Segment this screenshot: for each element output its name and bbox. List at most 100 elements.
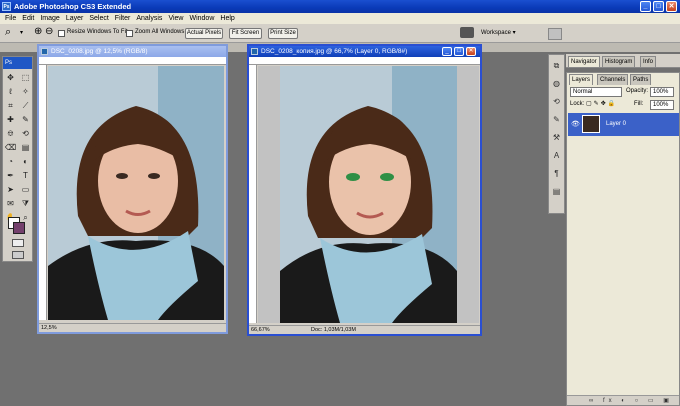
options-bar: ⌕ ▾ ⊕ ⊖ Resize Windows To Fit Zoom All W…	[0, 24, 680, 43]
zoom-tool-icon[interactable]: ⌕	[5, 26, 11, 39]
layer-row[interactable]: 👁 Layer 0	[568, 113, 679, 136]
layer-name[interactable]: Layer 0	[606, 113, 626, 136]
document-icon	[41, 48, 48, 55]
blur-icon[interactable]: ◔	[4, 156, 17, 168]
doc-minimize-button[interactable]: _	[442, 47, 452, 56]
canvas-pasteboard	[258, 66, 280, 323]
menu-image[interactable]: Image	[37, 13, 62, 24]
zoom-level-2[interactable]: 66,67%	[251, 327, 270, 333]
photo-canvas-2[interactable]	[280, 66, 457, 323]
maximize-button[interactable]: □	[653, 1, 664, 12]
tool-presets-icon[interactable]: ⚒	[549, 131, 564, 145]
resize-windows-label: Resize Windows To Fit	[67, 29, 128, 35]
zoom-all-windows-checkbox[interactable]	[126, 30, 133, 37]
shape-icon[interactable]: ▭	[19, 184, 32, 196]
eraser-icon[interactable]: ⌫	[4, 142, 17, 154]
menu-select[interactable]: Select	[86, 13, 111, 24]
lock-icons[interactable]: ▢✎✥🔒	[586, 100, 617, 107]
tab-navigator[interactable]: Navigator	[568, 56, 600, 67]
magic-wand-icon[interactable]: ✧	[19, 86, 32, 98]
brushes-panel-icon[interactable]: ✎	[549, 113, 564, 127]
document-size[interactable]: Doc: 1,03M/1,03M	[311, 326, 356, 335]
crop-icon[interactable]: ⌗	[4, 100, 17, 112]
paragraph-panel-icon[interactable]: ¶	[549, 167, 564, 181]
lock-label: Lock:	[570, 101, 585, 107]
character-panel-icon[interactable]: A	[549, 149, 564, 163]
foreground-color-swatch[interactable]	[13, 222, 25, 234]
print-size-button[interactable]: Print Size	[268, 28, 298, 39]
screen-mode-icon[interactable]	[12, 251, 24, 259]
marquee-icon[interactable]: ⬚	[19, 72, 32, 84]
fit-screen-button[interactable]: Fit Screen	[229, 28, 262, 39]
blend-mode-select[interactable]: Normal	[570, 87, 622, 97]
canvas-pasteboard	[457, 66, 479, 323]
status-bar-2: 66,67% Doc: 1,03M/1,03M	[249, 325, 480, 334]
quick-mask-icon[interactable]	[12, 239, 24, 247]
tab-info[interactable]: Info	[640, 56, 657, 67]
layers-panel: Layers Channels Paths Normal Opacity: 10…	[566, 72, 680, 406]
menu-view[interactable]: View	[165, 13, 186, 24]
menu-window[interactable]: Window	[186, 13, 217, 24]
actual-pixels-button[interactable]: Actual Pixels	[185, 28, 223, 39]
color-panel-icon[interactable]: ◍	[549, 77, 564, 91]
gradient-icon[interactable]: ▤	[19, 142, 32, 154]
tab-histogram[interactable]: Histogram	[602, 56, 636, 67]
status-bar-1: 12,5%	[39, 323, 226, 332]
move-icon[interactable]: ✥	[4, 72, 17, 84]
type-icon[interactable]: T	[19, 170, 32, 182]
photoshop-app-icon: Ps	[2, 2, 11, 11]
navigator-panel-icon[interactable]: ⧉	[549, 59, 564, 73]
history-panel-icon[interactable]: ⟲	[549, 95, 564, 109]
healing-brush-icon[interactable]: ✚	[4, 114, 17, 126]
dodge-icon[interactable]: ◐	[19, 156, 32, 168]
close-button[interactable]: ✕	[666, 1, 677, 12]
document-1-title: DSC_0208.jpg @ 12,5% (RGB/8)	[39, 46, 226, 57]
pen-icon[interactable]: ✒	[4, 170, 17, 182]
document-window-1[interactable]: DSC_0208.jpg @ 12,5% (RGB/8) 12,5%	[37, 44, 228, 334]
menu-analysis[interactable]: Analysis	[133, 13, 165, 24]
zoom-level-1[interactable]: 12,5%	[41, 325, 57, 331]
layers-bottom-toolbar[interactable]: ∞ fx ◐ ○ ▭ ▣ 🗑	[567, 395, 679, 405]
eyedropper-icon[interactable]: ⧩	[19, 198, 32, 210]
menu-filter[interactable]: Filter	[112, 13, 134, 24]
tab-layers[interactable]: Layers	[569, 74, 594, 85]
tool-preset-dropdown-icon[interactable]: ▾	[20, 29, 23, 36]
brush-icon[interactable]: ✎	[19, 114, 32, 126]
document-icon	[251, 48, 258, 55]
fill-label: Fill:	[634, 101, 644, 107]
layer-thumbnail	[582, 115, 600, 133]
portrait-image-2	[280, 66, 457, 323]
menu-file[interactable]: File	[2, 13, 19, 24]
tab-channels[interactable]: Channels	[597, 74, 629, 85]
panel-icon-dock: ⧉ ◍ ⟲ ✎ ⚒ A ¶ ▤	[548, 54, 565, 214]
notes-icon[interactable]: ✉	[4, 198, 17, 210]
fill-field[interactable]: 100%	[650, 100, 674, 110]
path-selection-icon[interactable]: ➤	[4, 184, 17, 196]
workspace-button[interactable]: Workspace ▾	[481, 29, 516, 36]
layer-comps-icon[interactable]: ▤	[549, 185, 564, 199]
document-2-title-text: DSC_0208_копия.jpg @ 66,7% (Layer 0, RGB…	[261, 48, 408, 55]
menu-layer[interactable]: Layer	[63, 13, 87, 24]
eye-icon[interactable]: 👁	[571, 113, 580, 136]
zoom-in-icon[interactable]: ⊕	[34, 26, 42, 37]
doc-close-button[interactable]: ✕	[466, 47, 476, 56]
document-window-2[interactable]: DSC_0208_копия.jpg @ 66,7% (Layer 0, RGB…	[247, 44, 482, 336]
bridge-icon[interactable]	[460, 27, 474, 38]
menu-help[interactable]: Help	[217, 13, 237, 24]
minimize-button[interactable]: _	[640, 1, 651, 12]
menu-edit[interactable]: Edit	[19, 13, 37, 24]
opacity-field[interactable]: 100%	[650, 87, 674, 97]
toolbox: Ps ✥⬚ℓ✧⌗⟋✚✎⎊⟲⌫▤◔◐✒T➤▭✉⧩✋⌕	[2, 56, 33, 262]
portrait-image-1	[48, 66, 224, 320]
palette-well[interactable]	[548, 28, 562, 40]
doc-maximize-button[interactable]: □	[454, 47, 464, 56]
zoom-out-icon[interactable]: ⊖	[45, 26, 53, 37]
clone-stamp-icon[interactable]: ⎊	[4, 128, 17, 140]
resize-windows-checkbox[interactable]	[58, 30, 65, 37]
slice-icon[interactable]: ⟋	[19, 100, 32, 112]
history-brush-icon[interactable]: ⟲	[19, 128, 32, 140]
photo-canvas-1[interactable]	[48, 66, 224, 320]
lasso-icon[interactable]: ℓ	[4, 86, 17, 98]
tab-paths[interactable]: Paths	[630, 74, 652, 85]
vertical-ruler	[249, 65, 257, 323]
